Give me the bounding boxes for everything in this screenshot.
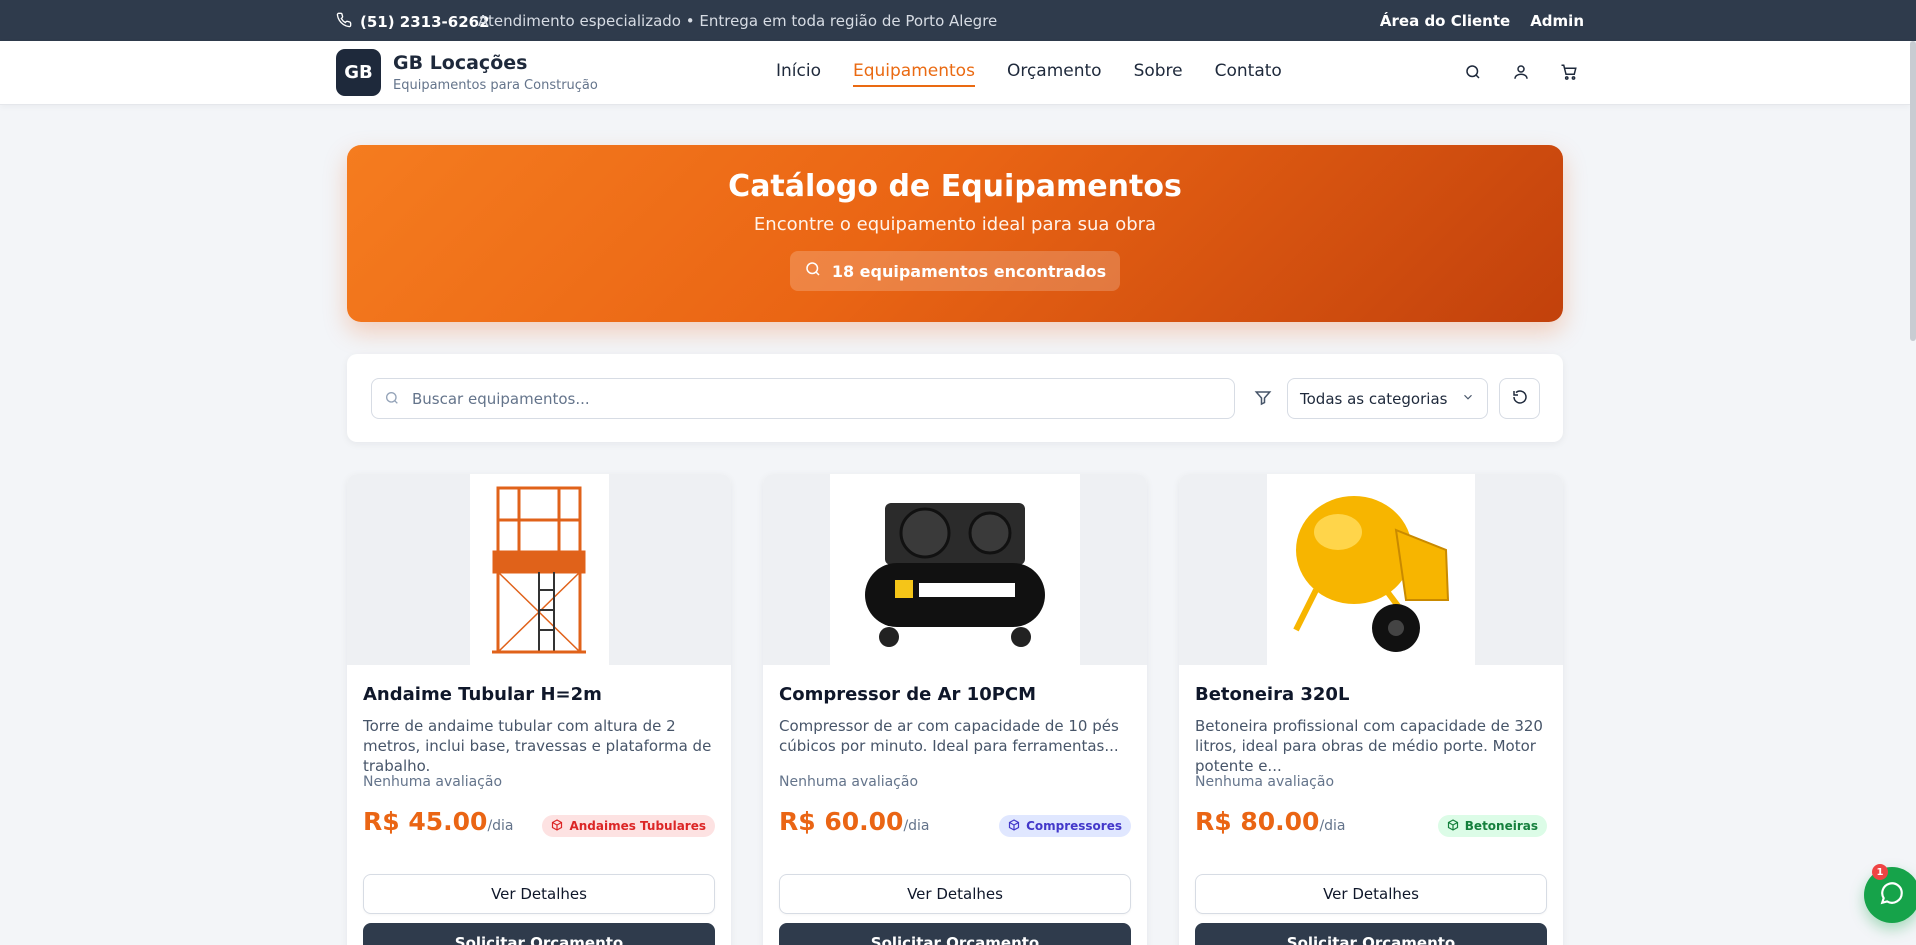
logo[interactable]: GB [336,49,381,96]
search-icon [384,390,400,410]
price-unit: /dia [903,818,930,834]
concrete-mixer-image[interactable] [1267,474,1475,665]
top-bar: (51) 2313-6262 Atendimento especializado… [0,0,1916,41]
category-select[interactable]: Todas as categorias [1287,378,1488,419]
search-icon [804,260,822,282]
refresh-icon [1512,389,1528,409]
product-rating: Nenhuma avaliação [1195,774,1335,790]
category-badge: Compressores [999,815,1131,837]
category-select-value: Todas as categorias [1300,389,1448,408]
nav-contato[interactable]: Contato [1215,61,1282,81]
topbar-tagline: Atendimento especializado • Entrega em t… [478,12,998,30]
scrollbar[interactable] [1910,41,1916,341]
scaffold-image[interactable] [469,474,609,665]
nav-sobre[interactable]: Sobre [1134,61,1183,81]
product-image-area [1179,474,1563,665]
reset-filters-button[interactable] [1499,378,1540,419]
request-quote-button[interactable]: Solicitar Orçamento [1195,923,1547,945]
product-name[interactable]: Andaime Tubular H=2m [363,684,602,705]
category-badge-label: Betoneiras [1464,819,1538,833]
category-badge: Andaimes Tubulares [542,815,715,837]
results-count: 18 equipamentos encontrados [789,251,1121,291]
client-area-link[interactable]: Área do Cliente [1380,12,1510,30]
catalog-hero: Catálogo de Equipamentos Encontre o equi… [347,145,1563,322]
product-description: Torre de andaime tubular com altura de 2… [363,717,712,775]
compressor-image[interactable] [830,474,1080,665]
chat-notification-badge: 1 [1872,864,1888,880]
brand-name[interactable]: GB Locações [393,52,527,74]
search-input[interactable] [412,379,1212,418]
price-unit: /dia [1319,818,1346,834]
price-value: R$ 60.00 [779,807,904,836]
product-name[interactable]: Compressor de Ar 10PCM [779,684,1036,705]
product-rating: Nenhuma avaliação [779,774,919,790]
hero-subtitle: Encontre o equipamento ideal para sua ob… [753,214,1157,235]
box-icon [551,818,563,834]
cart-icon[interactable] [1560,63,1578,81]
product-price: R$ 60.00/dia [779,807,930,836]
request-quote-button[interactable]: Solicitar Orçamento [363,923,715,945]
nav-equipamentos[interactable]: Equipamentos [852,61,975,87]
phone-icon [336,12,352,32]
box-icon [1008,818,1020,834]
filter-icon [1254,389,1272,411]
product-description: Compressor de ar com capacidade de 10 pé… [779,717,1119,755]
user-icon[interactable] [1512,63,1530,81]
product-card[interactable]: Andaime Tubular H=2m Torre de andaime tu… [347,474,731,945]
main-header: GB GB Locações Equipamentos para Constru… [0,41,1910,105]
product-price: R$ 45.00/dia [363,807,514,836]
view-details-button[interactable]: Ver Detalhes [1195,874,1547,914]
nav-orcamento[interactable]: Orçamento [1007,61,1102,81]
product-rating: Nenhuma avaliação [363,774,503,790]
category-badge-label: Compressores [1026,819,1122,833]
price-value: R$ 80.00 [1195,807,1320,836]
main-nav: Início Equipamentos Orçamento Sobre Cont… [776,61,1282,87]
nav-inicio[interactable]: Início [776,61,821,81]
chat-bubble-icon [1879,880,1905,910]
product-card[interactable]: Compressor de Ar 10PCM Compressor de ar … [763,474,1147,945]
product-name[interactable]: Betoneira 320L [1195,684,1349,705]
phone-number: (51) 2313-6262 [360,13,490,31]
price-value: R$ 45.00 [363,807,488,836]
category-badge: Betoneiras [1437,815,1547,837]
phone-contact[interactable]: (51) 2313-6262 [336,12,490,32]
box-icon [1447,818,1459,834]
product-description: Betoneira profissional com capacidade de… [1195,717,1543,775]
results-count-text: 18 equipamentos encontrados [831,261,1107,281]
chevron-down-icon [1461,390,1475,408]
search-icon[interactable] [1464,63,1482,81]
category-badge-label: Andaimes Tubulares [569,819,706,833]
view-details-button[interactable]: Ver Detalhes [779,874,1131,914]
product-image-area [763,474,1147,665]
product-card[interactable]: Betoneira 320L Betoneira profissional co… [1179,474,1563,945]
request-quote-button[interactable]: Solicitar Orçamento [779,923,1131,945]
product-image-area [347,474,731,665]
filter-bar: Todas as categorias [347,354,1563,442]
brand-subtitle: Equipamentos para Construção [393,78,598,93]
product-price: R$ 80.00/dia [1195,807,1346,836]
search-field[interactable] [371,378,1235,419]
hero-title: Catálogo de Equipamentos [728,169,1182,204]
view-details-button[interactable]: Ver Detalhes [363,874,715,914]
price-unit: /dia [487,818,514,834]
admin-link[interactable]: Admin [1530,12,1584,30]
